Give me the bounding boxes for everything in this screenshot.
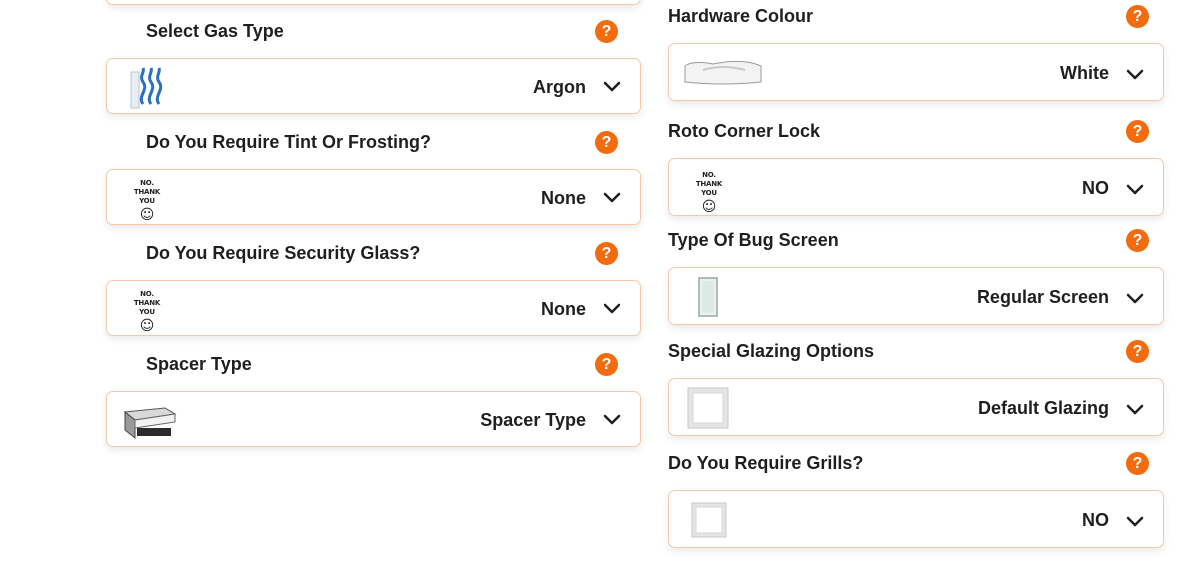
special-glazing-label: Special Glazing Options bbox=[668, 341, 875, 361]
grills-select[interactable]: NO bbox=[668, 490, 1164, 548]
no-thanks-line1: NO. bbox=[140, 290, 154, 298]
special-glazing-help-icon[interactable]: ? bbox=[1126, 340, 1149, 363]
chevron-down-icon bbox=[603, 192, 621, 203]
chevron-down-icon bbox=[1126, 69, 1144, 80]
no-thanks-line1: NO. bbox=[140, 179, 154, 187]
chevron-down-icon bbox=[1126, 404, 1144, 415]
tint-frosting-help-icon[interactable]: ? bbox=[595, 131, 618, 154]
hardware-colour-select[interactable]: White bbox=[668, 43, 1164, 101]
smiley-icon: ☺ bbox=[139, 207, 155, 223]
smiley-icon: ☺ bbox=[139, 318, 155, 334]
security-glass-value: None bbox=[541, 299, 586, 319]
glazing-thumbnail bbox=[687, 387, 729, 429]
hardware-colour-label: Hardware Colour bbox=[668, 6, 814, 26]
chevron-down-icon bbox=[1126, 184, 1144, 195]
chevron-down-icon bbox=[603, 414, 621, 425]
tint-frosting-select[interactable]: NO. THANK YOU ☺ None bbox=[106, 169, 641, 225]
security-glass-select[interactable]: NO. THANK YOU ☺ None bbox=[106, 280, 641, 336]
spacer-type-value: Spacer Type bbox=[480, 410, 586, 430]
no-thanks-line1: NO. bbox=[702, 171, 716, 179]
white-hardware-thumbnail bbox=[684, 60, 762, 85]
gas-type-value: Argon bbox=[533, 77, 586, 97]
gas-type-label: Select Gas Type bbox=[146, 21, 284, 41]
hardware-colour-value: White bbox=[1060, 63, 1109, 83]
no-thanks-line2: THANK YOU bbox=[695, 180, 723, 197]
bug-screen-select[interactable]: Regular Screen bbox=[668, 267, 1164, 325]
grills-label: Do You Require Grills? bbox=[668, 453, 864, 473]
chevron-down-icon bbox=[603, 303, 621, 314]
chevron-down-icon bbox=[1126, 516, 1144, 527]
no-thank-you-thumbnail: NO. THANK YOU ☺ bbox=[127, 290, 167, 334]
spacer-type-label: Spacer Type bbox=[146, 354, 252, 374]
spacer-type-select[interactable]: Spacer Type bbox=[106, 391, 641, 447]
argon-gas-thumbnail bbox=[130, 67, 163, 109]
grills-help-icon[interactable]: ? bbox=[1126, 452, 1149, 475]
smiley-icon: ☺ bbox=[701, 199, 717, 215]
security-glass-label: Do You Require Security Glass? bbox=[146, 243, 421, 263]
bug-screen-label: Type Of Bug Screen bbox=[668, 230, 839, 250]
screen-thumbnail bbox=[698, 277, 718, 317]
tint-frosting-label: Do You Require Tint Or Frosting? bbox=[146, 132, 432, 152]
special-glazing-select[interactable]: Default Glazing bbox=[668, 378, 1164, 436]
no-thanks-line2: THANK YOU bbox=[133, 299, 161, 316]
previous-option-select[interactable] bbox=[106, 0, 641, 5]
chevron-down-icon bbox=[603, 81, 621, 92]
no-thank-you-thumbnail: NO. THANK YOU ☺ bbox=[127, 179, 167, 223]
roto-corner-lock-help-icon[interactable]: ? bbox=[1126, 120, 1149, 143]
security-glass-help-icon[interactable]: ? bbox=[595, 242, 618, 265]
gas-type-help-icon[interactable]: ? bbox=[595, 20, 618, 43]
no-thanks-line2: THANK YOU bbox=[133, 188, 161, 205]
grills-value: NO bbox=[1082, 510, 1109, 530]
spacer-type-help-icon[interactable]: ? bbox=[595, 353, 618, 376]
special-glazing-value: Default Glazing bbox=[977, 398, 1109, 418]
gas-type-select[interactable]: Argon bbox=[106, 58, 641, 114]
no-thank-you-thumbnail: NO. THANK YOU ☺ bbox=[689, 171, 729, 215]
grill-thumbnail bbox=[691, 502, 727, 538]
hardware-colour-help-icon[interactable]: ? bbox=[1126, 5, 1149, 28]
roto-corner-lock-value: NO bbox=[1082, 178, 1109, 198]
spacer-thumbnail bbox=[123, 407, 177, 440]
bug-screen-help-icon[interactable]: ? bbox=[1126, 229, 1149, 252]
tint-frosting-value: None bbox=[541, 188, 586, 208]
bug-screen-value: Regular Screen bbox=[976, 287, 1109, 307]
chevron-down-icon bbox=[1126, 293, 1144, 304]
roto-corner-lock-select[interactable]: NO. THANK YOU ☺ NO bbox=[668, 158, 1164, 216]
roto-corner-lock-label: Roto Corner Lock bbox=[668, 121, 821, 141]
